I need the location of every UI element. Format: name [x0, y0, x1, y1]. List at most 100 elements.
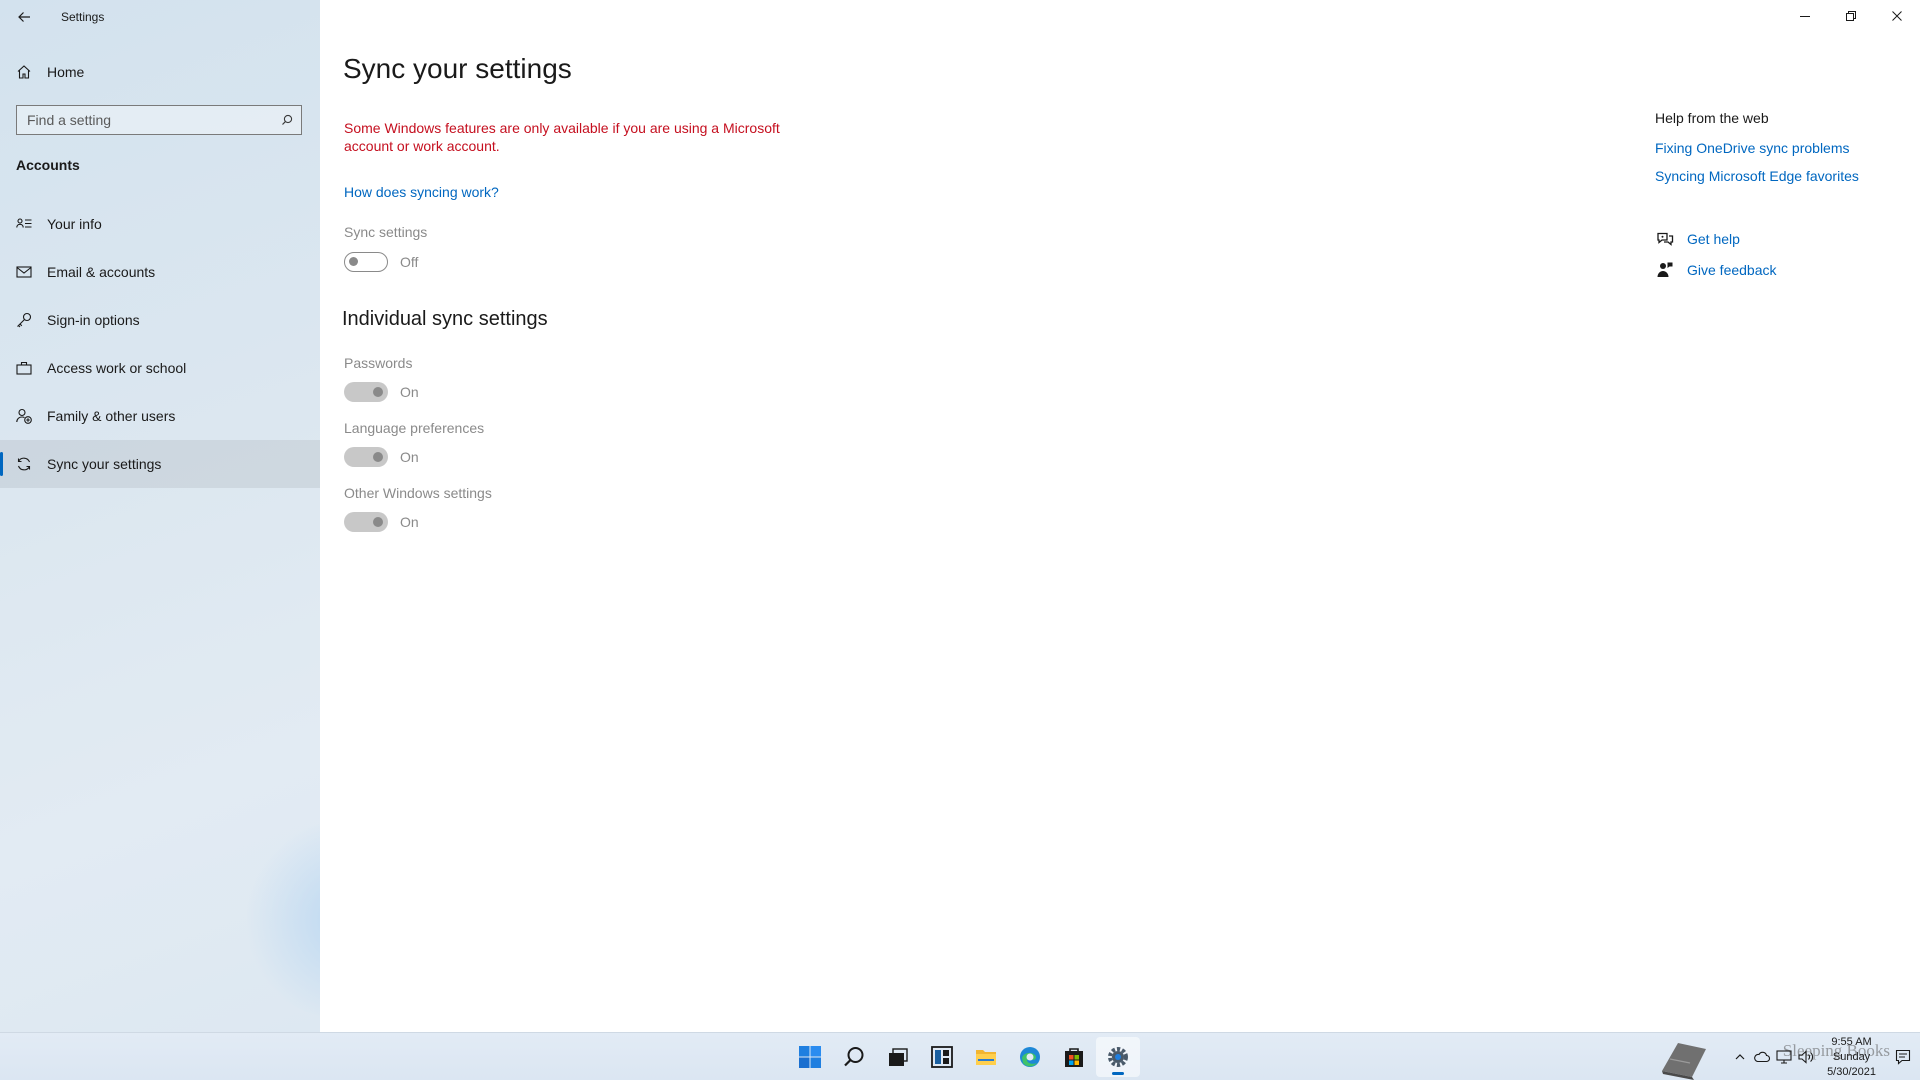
taskbar-start-button[interactable] [788, 1033, 832, 1081]
get-help-item[interactable]: Get help [1655, 228, 1915, 250]
onedrive-tray-button[interactable] [1751, 1033, 1773, 1081]
volume-icon [1798, 1050, 1814, 1064]
language-preferences-label: Language preferences [344, 420, 485, 436]
person-card-icon [16, 216, 32, 232]
sidebar-item-family-other-users[interactable]: Family & other users [0, 392, 320, 440]
edge-favorites-help-link[interactable]: Syncing Microsoft Edge favorites [1655, 168, 1915, 184]
sidebar-item-sign-in-options[interactable]: Sign-in options [0, 296, 320, 344]
main-content: Sync your settings Some Windows features… [320, 0, 1920, 1032]
toggle-knob [373, 452, 383, 462]
network-tray-button[interactable] [1773, 1033, 1795, 1081]
sidebar-item-your-info[interactable]: Your info [0, 200, 320, 248]
sidebar-item-label: Family & other users [47, 408, 176, 424]
taskbar-widgets-button[interactable] [920, 1033, 964, 1081]
get-help-link[interactable]: Get help [1687, 231, 1740, 247]
clock-time: 9:55 AM [1831, 1035, 1872, 1048]
restore-icon [1846, 11, 1856, 21]
passwords-toggle[interactable] [344, 382, 388, 402]
window-controls [1782, 0, 1920, 32]
individual-sync-title: Individual sync settings [342, 308, 548, 330]
sync-icon [16, 456, 32, 472]
taskbar-edge-button[interactable] [1008, 1033, 1052, 1081]
mail-icon [16, 264, 32, 280]
toggle-state: Off [400, 254, 419, 270]
taskbar-clock[interactable]: 9:55 AM Sunday 5/30/2021 [1827, 1035, 1876, 1080]
sidebar-item-access-work-school[interactable]: Access work or school [0, 344, 320, 392]
other-windows-settings-toggle[interactable] [344, 512, 388, 532]
section-title: Accounts [16, 157, 80, 173]
help-panel: Help from the web Fixing OneDrive sync p… [1655, 110, 1915, 290]
cloud-icon [1754, 1051, 1771, 1063]
add-person-icon [16, 408, 32, 424]
taskbar-settings-button[interactable] [1096, 1037, 1140, 1077]
language-preferences-toggle[interactable] [344, 447, 388, 467]
sidebar-glow [240, 820, 320, 1020]
key-icon [16, 312, 32, 328]
briefcase-icon [16, 360, 32, 376]
how-syncing-works-link[interactable]: How does syncing work? [344, 184, 499, 200]
close-button[interactable] [1874, 0, 1920, 32]
toggle-knob [349, 257, 358, 266]
language-preferences-toggle-row: On [344, 446, 419, 468]
sidebar-item-email-accounts[interactable]: Email & accounts [0, 248, 320, 296]
sync-settings-toggle[interactable] [344, 252, 388, 272]
toggle-state: On [400, 384, 419, 400]
help-actions: Get help Give feedback [1655, 228, 1915, 281]
restore-button[interactable] [1828, 0, 1874, 32]
show-hidden-icons-button[interactable] [1729, 1033, 1751, 1081]
other-windows-settings-toggle-row: On [344, 511, 419, 533]
chat-help-icon [1655, 229, 1675, 249]
taskbar-task-view-button[interactable] [876, 1033, 920, 1081]
close-icon [1892, 11, 1902, 21]
app-title: Settings [61, 10, 105, 24]
home-label: Home [47, 64, 85, 80]
widgets-icon [931, 1046, 953, 1068]
sidebar-item-label: Sync your settings [47, 456, 162, 472]
other-windows-settings-label: Other Windows settings [344, 485, 492, 501]
give-feedback-item[interactable]: Give feedback [1655, 259, 1915, 281]
settings-icon [1108, 1047, 1128, 1067]
toggle-state: On [400, 514, 419, 530]
toggle-knob [373, 517, 383, 527]
account-warning-text: Some Windows features are only available… [344, 120, 780, 154]
taskbar-apps [788, 1033, 1140, 1081]
give-feedback-link[interactable]: Give feedback [1687, 262, 1777, 278]
taskbar-store-button[interactable] [1052, 1033, 1096, 1081]
help-heading: Help from the web [1655, 110, 1769, 126]
passwords-label: Passwords [344, 355, 413, 371]
page-title: Sync your settings [343, 53, 572, 84]
sidebar-item-sync-your-settings[interactable]: Sync your settings [0, 440, 320, 488]
notification-center-button[interactable] [1886, 1033, 1920, 1081]
passwords-toggle-row: On [344, 381, 419, 403]
edge-icon [1020, 1047, 1040, 1067]
chevron-up-icon [1735, 1054, 1745, 1060]
taskbar: Sleeping Books 9:55 AM Sunday 5/30/2021 [0, 1032, 1920, 1080]
clock-day: Sunday [1832, 1050, 1871, 1063]
back-button[interactable] [0, 0, 48, 34]
minimize-icon [1800, 16, 1810, 17]
start-icon [799, 1046, 821, 1068]
search-icon[interactable] [273, 114, 301, 126]
minimize-button[interactable] [1782, 0, 1828, 32]
sidebar: Settings Home Accounts Your info Email &… [0, 0, 320, 1032]
search-input[interactable] [17, 111, 273, 129]
search-icon [844, 1047, 864, 1067]
taskbar-file-explorer-button[interactable] [964, 1033, 1008, 1081]
store-icon [1065, 1048, 1083, 1067]
book-logo-icon [1662, 1043, 1706, 1080]
network-icon [1776, 1050, 1792, 1064]
notification-icon [1895, 1049, 1911, 1065]
sidebar-item-label: Access work or school [47, 360, 187, 376]
volume-tray-button[interactable] [1795, 1033, 1817, 1081]
home-nav-item[interactable]: Home [0, 52, 320, 92]
sidebar-item-label: Your info [47, 216, 102, 232]
taskbar-search-button[interactable] [832, 1033, 876, 1081]
sync-settings-label: Sync settings [344, 224, 428, 240]
nav-list: Your info Email & accounts Sign-in optio… [0, 200, 320, 488]
system-tray: 9:55 AM Sunday 5/30/2021 [1729, 1033, 1920, 1081]
toggle-state: On [400, 449, 419, 465]
sidebar-item-label: Sign-in options [47, 312, 140, 328]
file-explorer-icon [976, 1050, 996, 1065]
onedrive-sync-help-link[interactable]: Fixing OneDrive sync problems [1655, 140, 1915, 156]
sidebar-item-label: Email & accounts [47, 264, 156, 280]
